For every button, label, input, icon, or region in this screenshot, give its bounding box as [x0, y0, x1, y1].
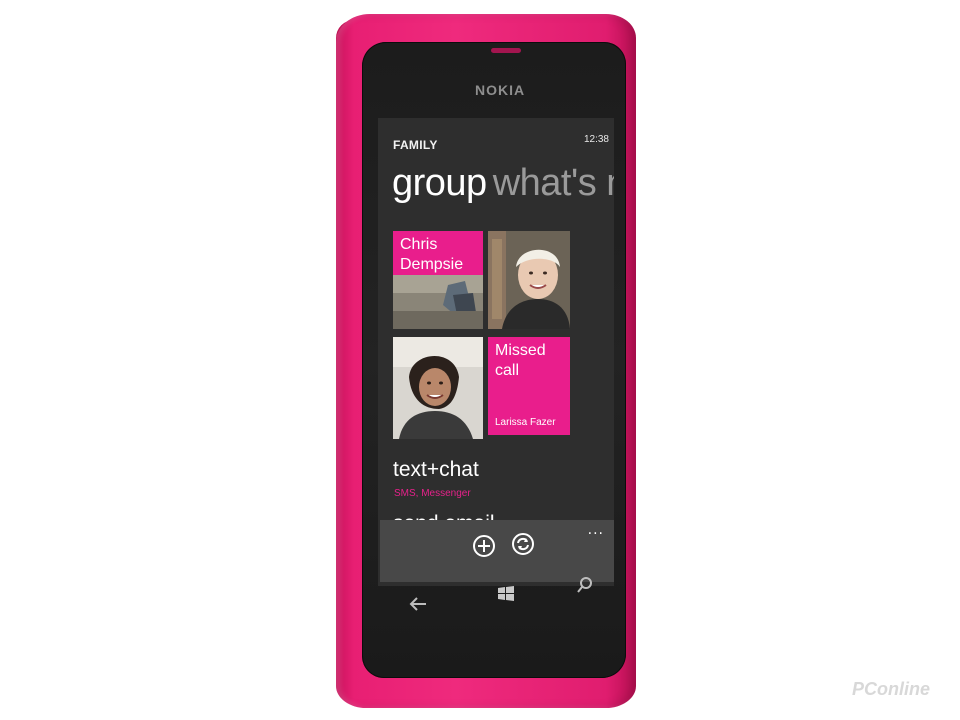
contact-tile-chris-dempsie[interactable]: Chris Dempsie: [393, 231, 483, 329]
tile-title: Missed call: [495, 342, 546, 379]
more-options-button[interactable]: ...: [588, 522, 604, 538]
pivot-item-whats-new[interactable]: what's ne: [493, 162, 614, 204]
contact-photo-tile[interactable]: [488, 231, 570, 329]
back-icon[interactable]: [408, 596, 428, 612]
application-bar: ...: [380, 520, 614, 582]
tile-title: Chris Dempsie: [400, 235, 463, 275]
earpiece-speaker: [491, 48, 521, 53]
tile-subtitle: Larissa Fazer: [495, 417, 556, 428]
group-name: FAMILY: [393, 138, 438, 152]
pivot-header: groupwhat's ne: [392, 162, 614, 205]
watermark: PConline: [851, 679, 930, 699]
sync-icon[interactable]: [512, 533, 534, 555]
scene: NOKIA FAMILY 12:38 groupwhat's ne Chris …: [0, 0, 960, 720]
tile-title-line2: Dempsie: [400, 256, 464, 273]
tile-photo-strip: [393, 275, 483, 329]
pivot-item-group[interactable]: group: [392, 162, 487, 204]
plus-icon[interactable]: [473, 535, 495, 557]
contact-photo-tile[interactable]: [393, 337, 483, 439]
text-chat-subtitle: SMS, Messenger: [394, 488, 471, 499]
search-icon[interactable]: [576, 576, 594, 594]
missed-call-tile[interactable]: Missed call Larissa Fazer: [488, 337, 570, 435]
status-clock: 12:38: [583, 134, 609, 145]
brand-logo: NOKIA: [475, 82, 526, 98]
tile-title-line1: Chris: [400, 236, 438, 253]
phone-screen: FAMILY 12:38 groupwhat's ne Chris Dempsi…: [378, 118, 614, 586]
windows-start-icon[interactable]: [496, 584, 516, 604]
text-chat-link[interactable]: text+chat: [393, 458, 479, 482]
